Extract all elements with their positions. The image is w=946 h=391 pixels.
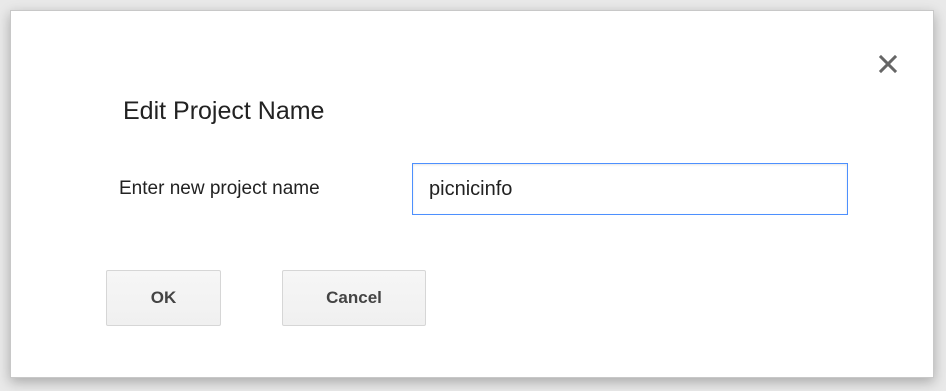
dialog-title: Edit Project Name bbox=[123, 97, 325, 125]
edit-project-dialog: Edit Project Name Enter new project name… bbox=[10, 10, 934, 378]
close-button[interactable] bbox=[873, 49, 903, 79]
close-icon bbox=[878, 54, 898, 74]
project-name-row: Enter new project name bbox=[119, 163, 320, 215]
project-name-label: Enter new project name bbox=[119, 178, 320, 199]
cancel-button[interactable]: Cancel bbox=[282, 270, 426, 326]
project-name-input[interactable] bbox=[412, 163, 848, 215]
ok-button[interactable]: OK bbox=[106, 270, 221, 326]
